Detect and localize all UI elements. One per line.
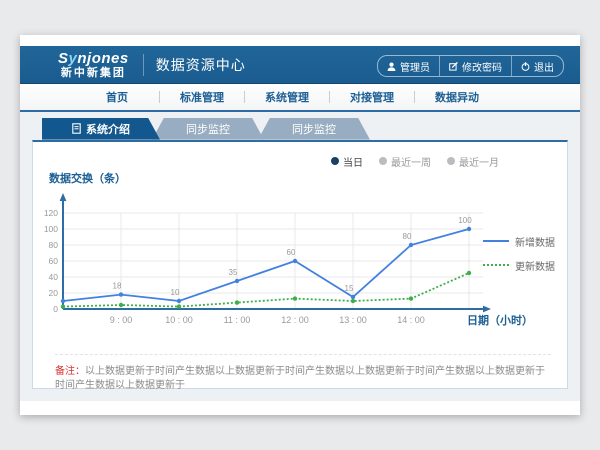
user-icon	[387, 62, 396, 71]
svg-text:9 : 00: 9 : 00	[110, 315, 133, 325]
radio-dot-icon	[379, 157, 387, 165]
user-menu: 管理员 修改密码 退出	[377, 55, 564, 77]
tab-system-intro[interactable]: 系统介绍	[42, 118, 160, 140]
tab-label: 系统介绍	[86, 121, 130, 137]
footnote-text: 以上数据更新于时间产生数据以上数据更新于时间产生数据以上数据更新于时间产生数据以…	[55, 366, 545, 391]
main-nav: 首页 标准管理 系统管理 对接管理 数据异动	[20, 84, 580, 112]
nav-item-home[interactable]: 首页	[75, 89, 159, 105]
power-icon	[521, 62, 530, 71]
nav-item-data-change[interactable]: 数据异动	[415, 89, 499, 105]
svg-text:120: 120	[44, 208, 58, 218]
company-name: 新中新集团	[58, 68, 129, 79]
nav-item-system-mgmt[interactable]: 系统管理	[245, 89, 329, 105]
chart-panel: 当日 最近一周 最近一月 数据交换（条） 0 20 40 60 80 100 120 9 : 00…	[32, 140, 568, 389]
tab-label: 同步监控	[292, 121, 336, 137]
logo: Synjones 新中新集团	[58, 51, 129, 79]
radio-dot-icon	[331, 157, 339, 165]
series-legend: 新增数据更新数据	[483, 234, 555, 273]
svg-text:35: 35	[229, 268, 238, 277]
svg-text:40: 40	[49, 272, 59, 282]
legend-label: 新增数据	[515, 234, 555, 249]
tab-sync-monitor-1[interactable]: 同步监控	[152, 118, 264, 140]
change-password-label: 修改密码	[462, 59, 502, 74]
svg-text:18: 18	[113, 281, 122, 290]
range-option-0[interactable]: 当日	[331, 154, 363, 169]
svg-text:12 : 00: 12 : 00	[281, 315, 309, 325]
brand-logo: Synjones	[58, 51, 129, 66]
legend-line-sample	[483, 238, 509, 244]
line-chart: 0 20 40 60 80 100 120 9 : 00 10 : 00 11 : 00 12 : …	[39, 188, 549, 333]
legend-item-0: 新增数据	[483, 234, 555, 249]
svg-text:0: 0	[53, 304, 58, 314]
nav-item-standard-mgmt[interactable]: 标准管理	[160, 89, 244, 105]
range-option-label: 最近一周	[391, 154, 431, 169]
svg-text:60: 60	[49, 256, 59, 266]
range-option-1[interactable]: 最近一周	[379, 154, 431, 169]
range-option-label: 当日	[343, 154, 363, 169]
legend-line-sample	[483, 262, 509, 268]
footnote-label: 备注：	[55, 366, 85, 377]
edit-icon	[449, 62, 458, 71]
nav-item-interface-mgmt[interactable]: 对接管理	[330, 89, 414, 105]
svg-text:11 : 00: 11 : 00	[224, 315, 251, 325]
y-axis-title: 数据交换（条）	[49, 170, 126, 186]
content-area: 系统介绍 同步监控 同步监控 当日 最近一周 最近一月 数据交换（条） 0 20 40 6…	[20, 112, 580, 401]
svg-text:20: 20	[49, 288, 59, 298]
range-selector: 当日 最近一周 最近一月	[331, 154, 499, 169]
svg-text:80: 80	[49, 240, 59, 250]
range-option-label: 最近一月	[459, 154, 499, 169]
footnote: 备注：以上数据更新于时间产生数据以上数据更新于时间产生数据以上数据更新于时间产生…	[55, 354, 551, 393]
svg-text:15: 15	[345, 284, 354, 293]
svg-text:14 : 00: 14 : 00	[397, 315, 425, 325]
range-option-2[interactable]: 最近一月	[447, 154, 499, 169]
svg-text:80: 80	[403, 232, 412, 241]
site-title: 数据资源中心	[156, 55, 246, 75]
logout-button[interactable]: 退出	[511, 56, 563, 76]
page-window: Synjones 新中新集团 数据资源中心 管理员 修改密码	[20, 35, 580, 415]
admin-button[interactable]: 管理员	[378, 56, 439, 76]
header: Synjones 新中新集团 数据资源中心 管理员 修改密码	[20, 46, 580, 83]
radio-dot-icon	[447, 157, 455, 165]
svg-text:13 : 00: 13 : 00	[339, 315, 367, 325]
svg-text:100: 100	[44, 224, 58, 234]
page-bottom-strip	[20, 401, 580, 415]
admin-label: 管理员	[400, 59, 430, 74]
legend-label: 更新数据	[515, 258, 555, 273]
document-icon	[72, 123, 81, 134]
logout-label: 退出	[534, 59, 554, 74]
tab-label: 同步监控	[186, 121, 230, 137]
page-top-strip	[20, 35, 580, 46]
legend-item-1: 更新数据	[483, 258, 555, 273]
tab-sync-monitor-2[interactable]: 同步监控	[258, 118, 370, 140]
svg-text:日期（小时）: 日期（小时）	[467, 313, 533, 327]
svg-text:60: 60	[287, 248, 296, 257]
svg-text:100: 100	[458, 216, 472, 225]
svg-text:10 : 00: 10 : 00	[165, 315, 193, 325]
svg-text:10: 10	[171, 288, 180, 297]
change-password-button[interactable]: 修改密码	[439, 56, 511, 76]
tab-bar: 系统介绍 同步监控 同步监控	[32, 118, 568, 140]
header-divider	[143, 54, 144, 76]
chart-container: 0 20 40 60 80 100 120 9 : 00 10 : 00 11 : 00 12 : …	[39, 188, 549, 338]
